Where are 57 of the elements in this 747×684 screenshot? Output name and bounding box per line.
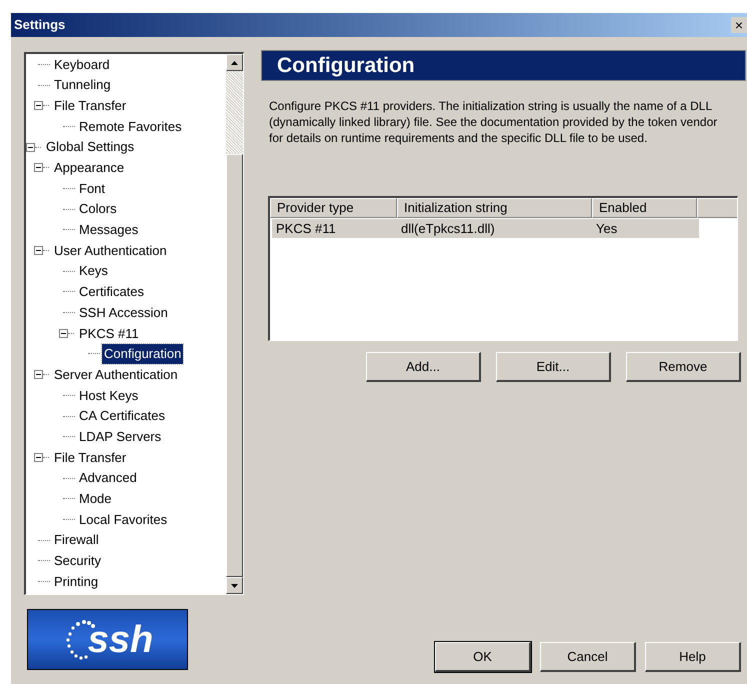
collapse-icon[interactable]: [59, 328, 68, 338]
tree-item[interactable]: PKCS #11: [77, 324, 141, 344]
scrollbar[interactable]: [226, 54, 243, 594]
column-header[interactable]: Enabled: [592, 198, 697, 218]
logo-text: ssh: [88, 620, 154, 658]
tree-item[interactable]: Remote Favorites: [77, 116, 184, 136]
collapse-icon[interactable]: [34, 246, 43, 256]
tree-item[interactable]: File Transfer: [52, 448, 128, 468]
tree-item[interactable]: Server Authentication: [52, 364, 180, 384]
close-button[interactable]: ×: [731, 17, 747, 33]
edit-button[interactable]: Edit...: [496, 352, 611, 382]
collapse-icon[interactable]: [26, 142, 35, 152]
tree-item[interactable]: SSH Accession: [77, 302, 170, 322]
help-button[interactable]: Help: [645, 642, 741, 672]
tree-item[interactable]: Advanced: [77, 468, 139, 488]
tree-item[interactable]: Local Favorites: [77, 510, 170, 530]
cancel-button[interactable]: Cancel: [540, 642, 636, 672]
table-cell-text: Yes: [595, 220, 618, 238]
column-header[interactable]: Provider type: [270, 198, 397, 218]
down-arrow-icon: [231, 584, 238, 588]
tree-item[interactable]: Keys: [77, 261, 110, 281]
remove-button[interactable]: Remove: [626, 352, 741, 382]
page-title: Configuration: [277, 52, 415, 79]
tree-item[interactable]: Security: [52, 551, 103, 571]
tree-item[interactable]: CA Certificates: [77, 406, 167, 426]
tree-item[interactable]: Font: [77, 178, 108, 198]
tree-item[interactable]: Configuration: [102, 344, 184, 364]
scroll-up-button[interactable]: [226, 54, 243, 71]
tree-item[interactable]: Host Keys: [77, 386, 140, 406]
tree-item[interactable]: Firewall: [52, 530, 101, 550]
table-row[interactable]: PKCS #11 dll(eTpkcs11.dll) Yes: [272, 219, 699, 238]
collapse-icon[interactable]: [34, 452, 43, 462]
tree-item[interactable]: Messages: [77, 220, 140, 240]
scroll-down-button[interactable]: [226, 577, 243, 594]
collapse-icon[interactable]: [34, 101, 43, 110]
up-arrow-icon: [231, 60, 238, 64]
tree-item[interactable]: Appearance: [52, 158, 126, 178]
column-header[interactable]: Initialization string: [397, 198, 592, 218]
window-title: Settings: [14, 16, 66, 34]
tree-item[interactable]: Keyboard: [52, 54, 112, 74]
table-cell-text: PKCS #11: [275, 220, 337, 238]
tree-item[interactable]: Certificates: [77, 282, 146, 302]
scroll-thumb[interactable]: [226, 154, 243, 577]
tree-item[interactable]: Global Settings: [44, 137, 136, 157]
tree-item[interactable]: Printing: [52, 572, 100, 592]
tree-item[interactable]: Mode: [77, 489, 114, 509]
tree-item[interactable]: User Authentication: [52, 240, 169, 260]
table-cell-text: dll(eTpkcs11.dll): [400, 220, 496, 238]
tree-item[interactable]: File Transfer: [52, 96, 128, 116]
tree-item[interactable]: LDAP Servers: [77, 426, 164, 446]
collapse-icon[interactable]: [34, 163, 43, 172]
tree-item[interactable]: Tunneling: [52, 75, 113, 95]
collapse-icon[interactable]: [34, 370, 43, 380]
ok-button[interactable]: OK: [435, 642, 531, 672]
description: Configure PKCS #11 providers. The initialization string is usually the name of a DLL (dynamically linked library) file. See the documentation provided by the token vendor for details on runtime requirements and the specific DLL file to be used.: [268, 98, 718, 146]
tree-item[interactable]: Colors: [77, 199, 119, 219]
add-button[interactable]: Add...: [366, 352, 481, 382]
